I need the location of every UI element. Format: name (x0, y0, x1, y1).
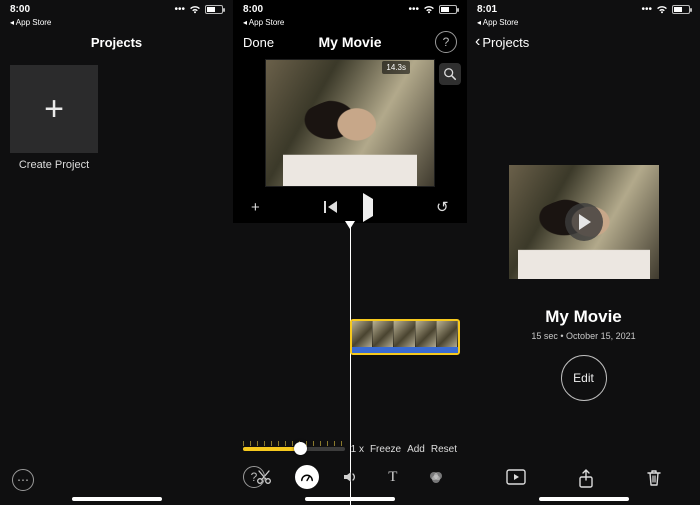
titlebar: Projects (0, 27, 233, 57)
screen-project-detail: 8:01 ••• ◂ App Store ‹ Projects My Movie (467, 0, 700, 505)
speed-slider-thumb[interactable] (294, 442, 307, 455)
status-time: 8:00 (243, 4, 263, 15)
play-project-button[interactable] (506, 469, 526, 489)
titles-tool[interactable]: T (381, 465, 405, 489)
project-meta: 15 sec • October 15, 2021 (531, 331, 635, 341)
chevron-left-icon: ‹ (475, 33, 480, 51)
reset-speed-button[interactable]: Reset (431, 444, 457, 455)
freeze-button[interactable]: Freeze (370, 444, 401, 455)
timeline-clip[interactable] (350, 319, 460, 355)
edit-toolbar: ? T (233, 461, 467, 493)
speaker-icon (342, 469, 358, 485)
back-label: Projects (482, 35, 529, 50)
status-bar: 8:01 ••• (467, 0, 700, 20)
magnifier-icon (443, 67, 457, 81)
play-icon (579, 214, 591, 230)
home-indicator[interactable] (305, 497, 395, 501)
app-return[interactable]: ◂ App Store (467, 18, 700, 27)
play-overlay[interactable] (565, 203, 603, 241)
clip-time-badge: 14.3s (382, 61, 410, 74)
create-project-button[interactable]: + (10, 65, 98, 153)
status-bar: 8:00 ••• (233, 0, 467, 20)
project-stage: My Movie 15 sec • October 15, 2021 Edit (467, 57, 700, 505)
battery-icon (439, 5, 457, 14)
play-button[interactable] (363, 200, 373, 215)
undo-icon: ↻ (436, 200, 449, 215)
wifi-icon (656, 5, 668, 14)
status-time: 8:00 (10, 4, 30, 15)
project-actions (467, 469, 700, 489)
status-time: 8:01 (477, 4, 497, 15)
text-icon: T (388, 469, 397, 486)
filters-tool[interactable] (424, 465, 448, 489)
wifi-icon (189, 5, 201, 14)
signal-icon: ••• (408, 4, 419, 15)
zoom-button[interactable] (439, 63, 461, 85)
add-freeze-button[interactable]: Add (407, 444, 425, 455)
create-project-area: + Create Project (10, 65, 98, 171)
editor-header: Done My Movie ? (233, 27, 467, 57)
wifi-icon (423, 5, 435, 14)
edit-label: Edit (573, 371, 594, 385)
app-return[interactable]: ◂ App Store (233, 18, 467, 27)
screen-projects-list: 8:00 ••• ◂ App Store Projects + Create P… (0, 0, 233, 505)
back-bar: ‹ Projects (467, 27, 700, 57)
edit-button[interactable]: Edit (561, 355, 607, 401)
speed-tool[interactable] (295, 465, 319, 489)
battery-icon (672, 5, 690, 14)
delete-button[interactable] (646, 469, 662, 489)
done-button[interactable]: Done (243, 35, 274, 50)
undo-button[interactable]: ↻ (436, 200, 449, 215)
play-rect-icon (506, 469, 526, 485)
home-indicator[interactable] (539, 497, 629, 501)
status-icons: ••• (174, 4, 223, 15)
trash-icon (646, 469, 662, 487)
share-button[interactable] (578, 469, 594, 489)
skip-to-start-button[interactable] (324, 201, 337, 213)
signal-icon: ••• (641, 4, 652, 15)
plus-icon: + (44, 92, 64, 126)
volume-tool[interactable] (338, 465, 362, 489)
app-return[interactable]: ◂ App Store (0, 18, 233, 27)
help-button[interactable]: ? (435, 31, 457, 53)
project-title[interactable]: My Movie (545, 307, 622, 327)
share-icon (578, 469, 594, 489)
projects-grid: + Create Project (0, 57, 233, 179)
home-indicator[interactable] (72, 497, 162, 501)
speed-value: 1 x (351, 444, 364, 455)
help-icon: ? (243, 466, 265, 488)
add-media-button[interactable]: + (251, 200, 260, 215)
video-content (283, 98, 417, 186)
speedometer-icon (300, 470, 314, 484)
battery-icon (205, 5, 223, 14)
preview-area: 14.3s (233, 57, 467, 193)
transport-bar: + ↻ (233, 193, 467, 221)
screen-editor: 8:00 ••• ◂ App Store Done My Movie ? 14.… (233, 0, 467, 505)
create-project-label: Create Project (10, 153, 98, 171)
help-icon: ? (435, 31, 457, 53)
status-icons: ••• (641, 4, 690, 15)
signal-icon: ••• (174, 4, 185, 15)
filters-icon (428, 469, 444, 485)
toolbar-help-button[interactable]: ? (243, 466, 265, 488)
project-title[interactable]: My Movie (318, 34, 381, 50)
status-bar: 8:00 ••• (0, 0, 233, 20)
speed-slider[interactable] (243, 439, 345, 459)
titlebar-label: Projects (91, 35, 142, 50)
status-icons: ••• (408, 4, 457, 15)
ellipsis-icon: ⋯ (12, 469, 34, 491)
play-icon (363, 193, 373, 222)
video-preview[interactable] (265, 59, 435, 187)
speed-controls: 1 x Freeze Add Reset (233, 439, 467, 459)
more-options[interactable]: ⋯ (12, 469, 34, 491)
back-button[interactable]: ‹ Projects (475, 33, 529, 51)
project-thumbnail[interactable] (509, 165, 659, 279)
